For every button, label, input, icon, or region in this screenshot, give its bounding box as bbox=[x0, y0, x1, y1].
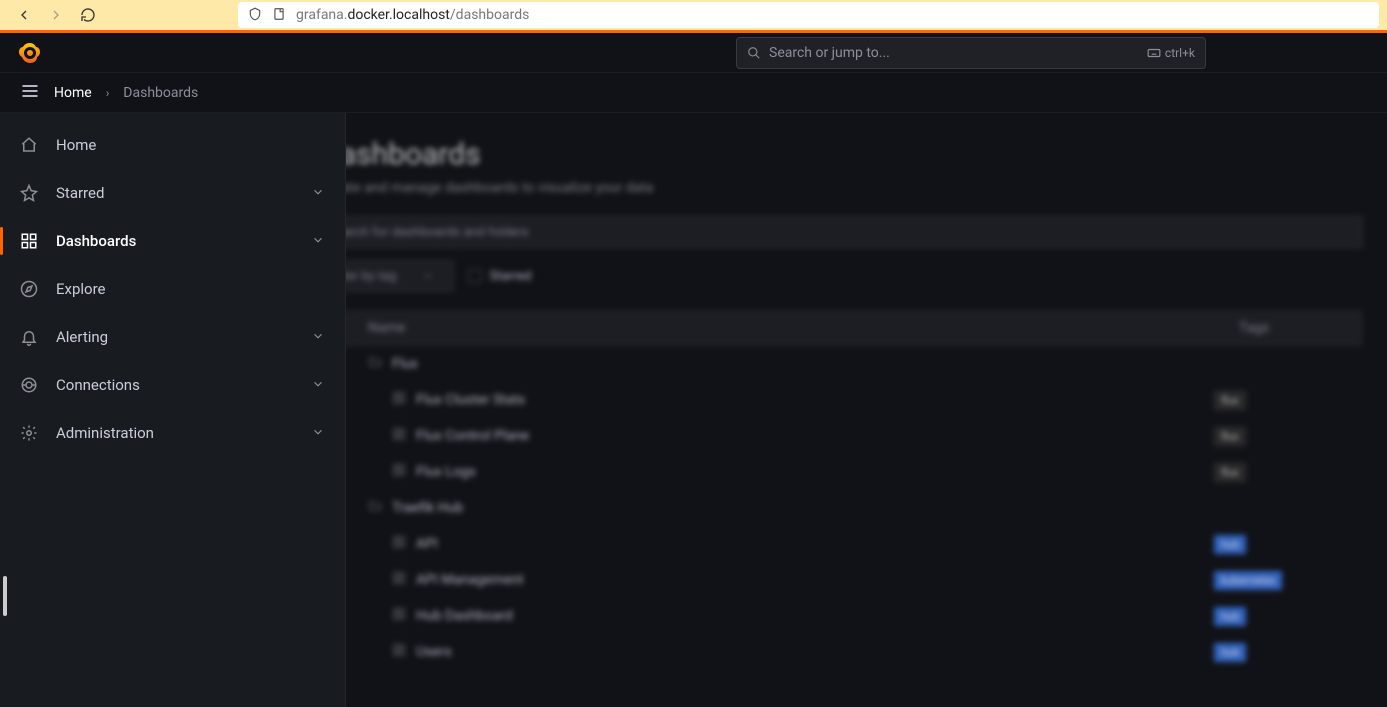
row-name: Traefik Hub bbox=[392, 500, 463, 516]
row-name: API Management bbox=[416, 572, 524, 588]
star-icon bbox=[20, 184, 38, 202]
filter-row: Filter by tag Starred bbox=[320, 260, 1363, 292]
row-name: Hub Dashboard bbox=[416, 608, 513, 624]
chevron-down-icon bbox=[311, 232, 325, 251]
back-button[interactable] bbox=[8, 1, 40, 29]
dashboard-row[interactable]: Hub Dashboard hub bbox=[320, 598, 1363, 634]
dashboard-icon bbox=[392, 535, 406, 553]
address-bar[interactable]: grafana.docker.localhost/dashboards bbox=[238, 2, 1379, 28]
starred-filter[interactable]: Starred bbox=[468, 269, 532, 284]
sidebar-item-label: Alerting bbox=[56, 328, 293, 346]
dashboard-icon bbox=[392, 391, 406, 409]
chevron-down-icon bbox=[311, 184, 325, 203]
sidebar-item-starred[interactable]: Starred bbox=[0, 169, 345, 217]
menu-toggle-button[interactable] bbox=[20, 81, 40, 105]
tag-badge[interactable]: hub bbox=[1214, 607, 1246, 626]
checkbox[interactable] bbox=[468, 269, 482, 283]
dashboard-icon bbox=[392, 427, 406, 445]
page-subtitle: Create and manage dashboards to visualiz… bbox=[320, 180, 1363, 196]
global-search[interactable]: Search or jump to... ctrl+k bbox=[736, 37, 1206, 69]
dashboard-row[interactable]: Flux Cluster Stats flux bbox=[320, 382, 1363, 418]
resize-handle[interactable] bbox=[3, 576, 7, 616]
folder-icon bbox=[368, 355, 382, 373]
sidebar-item-alerting[interactable]: Alerting bbox=[0, 313, 345, 361]
sidebar-item-dashboards[interactable]: Dashboards bbox=[0, 217, 345, 265]
chevron-down-icon bbox=[311, 376, 325, 395]
page-icon bbox=[272, 6, 286, 25]
home-icon bbox=[20, 136, 38, 154]
shield-icon bbox=[248, 6, 262, 25]
link-icon bbox=[20, 376, 38, 394]
sidebar-item-connections[interactable]: Connections bbox=[0, 361, 345, 409]
app-header: Search or jump to... ctrl+k bbox=[0, 33, 1387, 73]
sidebar-item-label: Administration bbox=[56, 424, 293, 442]
url-text: grafana.docker.localhost/dashboards bbox=[296, 7, 529, 23]
reload-button[interactable] bbox=[72, 1, 104, 29]
dashboard-row[interactable]: Flux Control Plane flux bbox=[320, 418, 1363, 454]
page-title: Dashboards bbox=[320, 137, 1363, 172]
sidebar-item-home[interactable]: Home bbox=[0, 121, 345, 169]
row-name: Flux Logs bbox=[416, 464, 476, 480]
dashboard-icon bbox=[392, 643, 406, 661]
compass-icon bbox=[20, 280, 38, 298]
sidebar-item-explore[interactable]: Explore bbox=[0, 265, 345, 313]
tag-badge[interactable]: flux bbox=[1214, 427, 1246, 446]
dashboard-row[interactable]: Flux Logs flux bbox=[320, 454, 1363, 490]
breadcrumb-current[interactable]: Dashboards bbox=[123, 85, 198, 101]
bell-icon bbox=[20, 328, 38, 346]
dashboard-row[interactable]: API Management kubernetes bbox=[320, 562, 1363, 598]
sidebar-item-label: Dashboards bbox=[56, 232, 293, 250]
chevron-down-icon bbox=[311, 328, 325, 347]
sidebar-item-label: Explore bbox=[56, 280, 325, 298]
sidebar-item-administration[interactable]: Administration bbox=[0, 409, 345, 457]
sidebar: Home Starred Dashboards Explore Alerting Conn… bbox=[0, 113, 346, 707]
search-placeholder: Search or jump to... bbox=[769, 45, 1147, 61]
tag-badge[interactable]: hub bbox=[1214, 535, 1246, 554]
shortcut-hint: ctrl+k bbox=[1147, 46, 1195, 60]
breadcrumb-bar: Home › Dashboards bbox=[0, 73, 1387, 113]
col-tags[interactable]: Tags bbox=[1239, 320, 1359, 336]
sidebar-item-label: Connections bbox=[56, 376, 293, 394]
chevron-down-icon bbox=[423, 271, 433, 281]
breadcrumb-home[interactable]: Home bbox=[54, 85, 92, 101]
chevron-down-icon bbox=[311, 424, 325, 443]
row-name: Users bbox=[416, 644, 452, 660]
dashboard-icon bbox=[392, 571, 406, 589]
browser-toolbar: grafana.docker.localhost/dashboards bbox=[0, 0, 1387, 30]
apps-icon bbox=[20, 232, 38, 250]
folder-icon bbox=[368, 499, 382, 517]
folder-row[interactable]: Traefik Hub bbox=[320, 490, 1363, 526]
dashboard-search-input[interactable]: Search for dashboards and folders bbox=[320, 216, 1363, 248]
gear-icon bbox=[20, 424, 38, 442]
tag-badge[interactable]: kubernetes bbox=[1214, 571, 1282, 590]
tag-badge[interactable]: hub bbox=[1214, 643, 1246, 662]
row-name: Flux Control Plane bbox=[416, 428, 529, 444]
grafana-logo[interactable] bbox=[16, 39, 44, 67]
search-icon bbox=[747, 46, 761, 60]
row-name: Flux bbox=[392, 356, 418, 372]
dashboard-row[interactable]: Users hub bbox=[320, 634, 1363, 670]
table-header: Name Tags bbox=[320, 310, 1363, 346]
breadcrumb-separator: › bbox=[106, 86, 110, 100]
row-name: Flux Cluster Stats bbox=[416, 392, 525, 408]
folder-row[interactable]: Flux bbox=[320, 346, 1363, 382]
sidebar-item-label: Home bbox=[56, 136, 325, 154]
dashboard-row[interactable]: API hub bbox=[320, 526, 1363, 562]
col-name[interactable]: Name bbox=[324, 320, 1239, 336]
forward-button[interactable] bbox=[40, 1, 72, 29]
sidebar-item-label: Starred bbox=[56, 184, 293, 202]
tag-badge[interactable]: flux bbox=[1214, 391, 1246, 410]
row-name: API bbox=[416, 536, 438, 552]
dashboard-icon bbox=[392, 607, 406, 625]
keyboard-icon bbox=[1147, 46, 1161, 60]
tag-badge[interactable]: flux bbox=[1214, 463, 1246, 482]
dashboard-icon bbox=[392, 463, 406, 481]
